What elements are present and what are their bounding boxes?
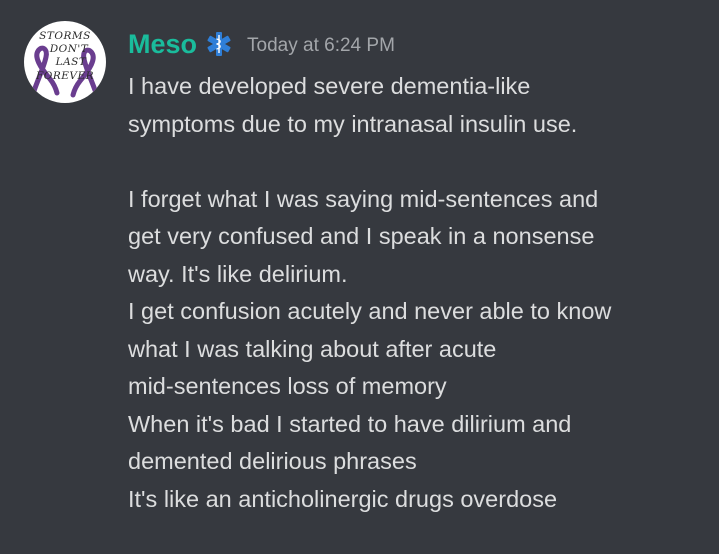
message-line: I have developed severe dementia-like bbox=[128, 73, 531, 99]
message-line: mid-sentences loss of memory bbox=[128, 373, 447, 399]
medical-caduceus-icon[interactable] bbox=[205, 30, 233, 58]
message-line: get very confused and I speak in a nonse… bbox=[128, 223, 595, 249]
username[interactable]: Meso bbox=[128, 29, 197, 60]
message-line: I get confusion acutely and never able t… bbox=[128, 298, 612, 324]
avatar[interactable]: STORMS DON'T LAST FOREVER bbox=[24, 21, 106, 103]
avatar-text-line: LAST bbox=[55, 56, 87, 68]
message-line: demented delirious phrases bbox=[128, 448, 417, 474]
avatar-text-line: FOREVER bbox=[35, 70, 95, 82]
message-header: Meso Today at 6:24 PM bbox=[128, 26, 395, 62]
message-line: way. It's like delirium. bbox=[128, 260, 348, 287]
message-line: I forget what I was saying mid-sentences… bbox=[128, 185, 599, 212]
chat-message: STORMS DON'T LAST FOREVER Meso Today at … bbox=[0, 0, 719, 554]
avatar-text-line: STORMS bbox=[39, 30, 91, 42]
timestamp[interactable]: Today at 6:24 PM bbox=[247, 35, 395, 57]
message-content: I have developed severe dementia-like sy… bbox=[128, 68, 713, 518]
message-line: When it's bad I started to have dilirium… bbox=[128, 410, 572, 437]
avatar-text-line: DON'T bbox=[49, 43, 89, 55]
message-line: what I was talking about after acute bbox=[128, 335, 497, 362]
message-line: It's like an anticholinergic drugs overd… bbox=[128, 485, 558, 512]
message-line: symptoms due to my intranasal insulin us… bbox=[128, 110, 578, 137]
